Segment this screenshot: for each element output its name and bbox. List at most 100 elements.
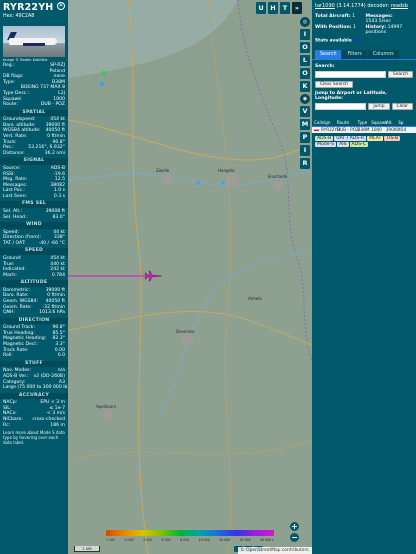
jump-button[interactable]: Jump [368,102,390,110]
column-header[interactable]: Alt. [384,119,396,126]
map-button-k[interactable]: K [300,81,310,92]
clear-button[interactable]: Clear [391,102,413,110]
map-label-5: Apeldoorn [96,404,117,409]
brand-decoder[interactable]: readsb [391,3,408,9]
table-cell-type: B38M [357,126,370,132]
close-icon[interactable]: ✕ [57,2,65,10]
section-row: Distance: 36.2 nmi [3,151,65,157]
map-button-t[interactable]: T [280,2,290,14]
map-town-1 [162,174,174,186]
map-button-l[interactable]: L [300,55,310,66]
zoom-in-button[interactable]: + [290,522,299,531]
table-cell-squawk: 1000 [371,126,382,132]
section-row-value: -40 / -66 °C [38,240,65,246]
toggle-sidebar-icon[interactable]: » [292,2,302,14]
receiver-marker-green[interactable] [101,70,107,76]
info-rows: Reg.: SP-RZJ Poland DB flags: none Type: B38M B… [0,63,68,108]
info-row-label: Reg.: [3,63,15,68]
section-row-label: Large (75 000 to 300 000 lb) [3,385,68,391]
section-row-value: 36.2 nmi [44,150,65,156]
section-header-signal: SIGNAL [0,158,68,165]
stats-available-link[interactable]: Stats available [315,38,413,44]
map-label-3: Enschede [268,174,288,179]
section-header-speed: SPEED [0,248,68,255]
map-label-1: Zwolle [156,168,170,173]
column-header[interactable]: Squawk [369,119,387,126]
app-root: RYR22YH Hex: 49C2A8 ✕ Image © Radim Kobl… [0,0,416,554]
info-row-label: Type: [3,79,16,85]
photo-plane-shape [9,38,57,46]
section-row-value: 0.3 s [53,193,65,199]
tab-search[interactable]: Search [315,49,342,59]
waypoint-marker-2[interactable] [221,181,225,185]
legend-item: UAT / ADS-R [334,135,367,141]
aircraft-callsign: RYR22YH [3,2,54,13]
map-view[interactable]: Zwolle Hengelo Enschede Deventer Apeldoo… [68,0,312,554]
table-header: Callsign Route Type Squawk Alt. Sp [312,118,416,127]
tab-filters[interactable]: Filters [342,49,367,59]
table-cell-alt: 39000 [385,126,400,132]
map-button-p[interactable]: P [300,132,310,143]
stats-available-text: Stats available [315,38,352,44]
aircraft-photo[interactable] [3,26,65,57]
aircraft-info-panel: RYR22YH Hex: 49C2A8 ✕ Image © Radim Kobl… [0,0,68,554]
map-label-2: Hengelo [218,168,235,173]
stats-grid: Total Aircraft: 1 Messages: 1543.5/sec W… [315,14,413,35]
section-header-direction: DIRECTION [0,317,68,325]
section-header-wind: WIND [0,222,68,229]
column-header[interactable]: Sp [396,119,406,126]
section-row-value: 83.0° [52,214,65,220]
map-button-o2[interactable]: O [300,68,310,79]
map-attribution[interactable]: © OpenStreetMap contributors. [238,547,312,554]
map-button-h[interactable]: H [268,2,278,14]
map-button-o[interactable]: O [300,42,310,53]
altitude-tick: 6 000 [161,538,171,542]
map-town-3 [273,180,283,190]
map-button-v[interactable]: V [300,106,310,117]
section-row: TAT / OAT: -40 / -66 °C [3,241,65,247]
tab-columns[interactable]: Columns [367,49,399,59]
search-label: Search: [315,63,335,69]
brand-link[interactable]: tar1090 [315,3,335,9]
legend-item: TIS-B [384,135,401,141]
layers-icon[interactable]: ◉ [300,94,310,104]
map-button-r[interactable]: R [300,158,310,169]
section-row: QNH: 1013.6 hPa [3,310,65,316]
zoom-out-button[interactable]: − [290,533,299,542]
aircraft-header: RYR22YH Hex: 49C2A8 ✕ [0,0,68,20]
map-button-m[interactable]: M [300,119,310,130]
column-header[interactable]: Route [335,119,356,126]
section-row-value: 0.0 [57,353,65,359]
legend-item: ADS-C [349,141,368,147]
map-button-i2[interactable]: I [300,145,310,156]
hex-label: Hex: [3,14,14,19]
aircraft-table: Callsign Route Type Squawk Alt. Sp RYR22YH DUB… [312,118,416,133]
sidebar-tabs: Search Filters Columns [312,49,416,59]
search-button[interactable]: Search [387,70,413,78]
section-row-label: Distance: [3,150,25,156]
column-header[interactable]: Callsign [312,119,335,126]
section-row-label: Mach: [3,272,17,278]
right-sidebar: tar1090 (3.14.1774) decoder: readsb Tota… [312,0,416,554]
clear-search-button[interactable]: Clear Search [315,80,353,88]
altitude-tick: 1 000 [106,538,116,542]
receiver-marker-blue[interactable] [99,81,105,87]
footer-note: Learn more about Mode S data type by hov… [3,430,65,446]
map-button-i[interactable]: I [300,29,310,40]
waypoint-marker-1[interactable] [196,181,200,185]
table-row[interactable]: RYR22YH DUB - POZ B38M 1000 39000 454 [312,126,416,133]
search-input[interactable] [315,70,386,78]
recenter-icon[interactable]: ◎ [300,17,310,27]
column-header[interactable]: Type [356,119,370,126]
legend-item: ADS-B [315,135,334,141]
section-header-accuracy: ACCURACY [0,392,68,400]
jump-input[interactable] [315,102,367,110]
map-label-4: Deventer [176,329,195,334]
map-button-u[interactable]: U [256,2,266,14]
section-header-spatial: SPATIAL [0,109,68,117]
section-row: Roll: 0.0 [3,353,65,359]
altitude-tick: 2 000 [124,538,134,542]
stat-total-label: Total Aircraft: [315,14,351,19]
section-row-value: 1013.6 hPa [39,310,65,316]
brand-decoder-label: decoder: [367,3,390,9]
